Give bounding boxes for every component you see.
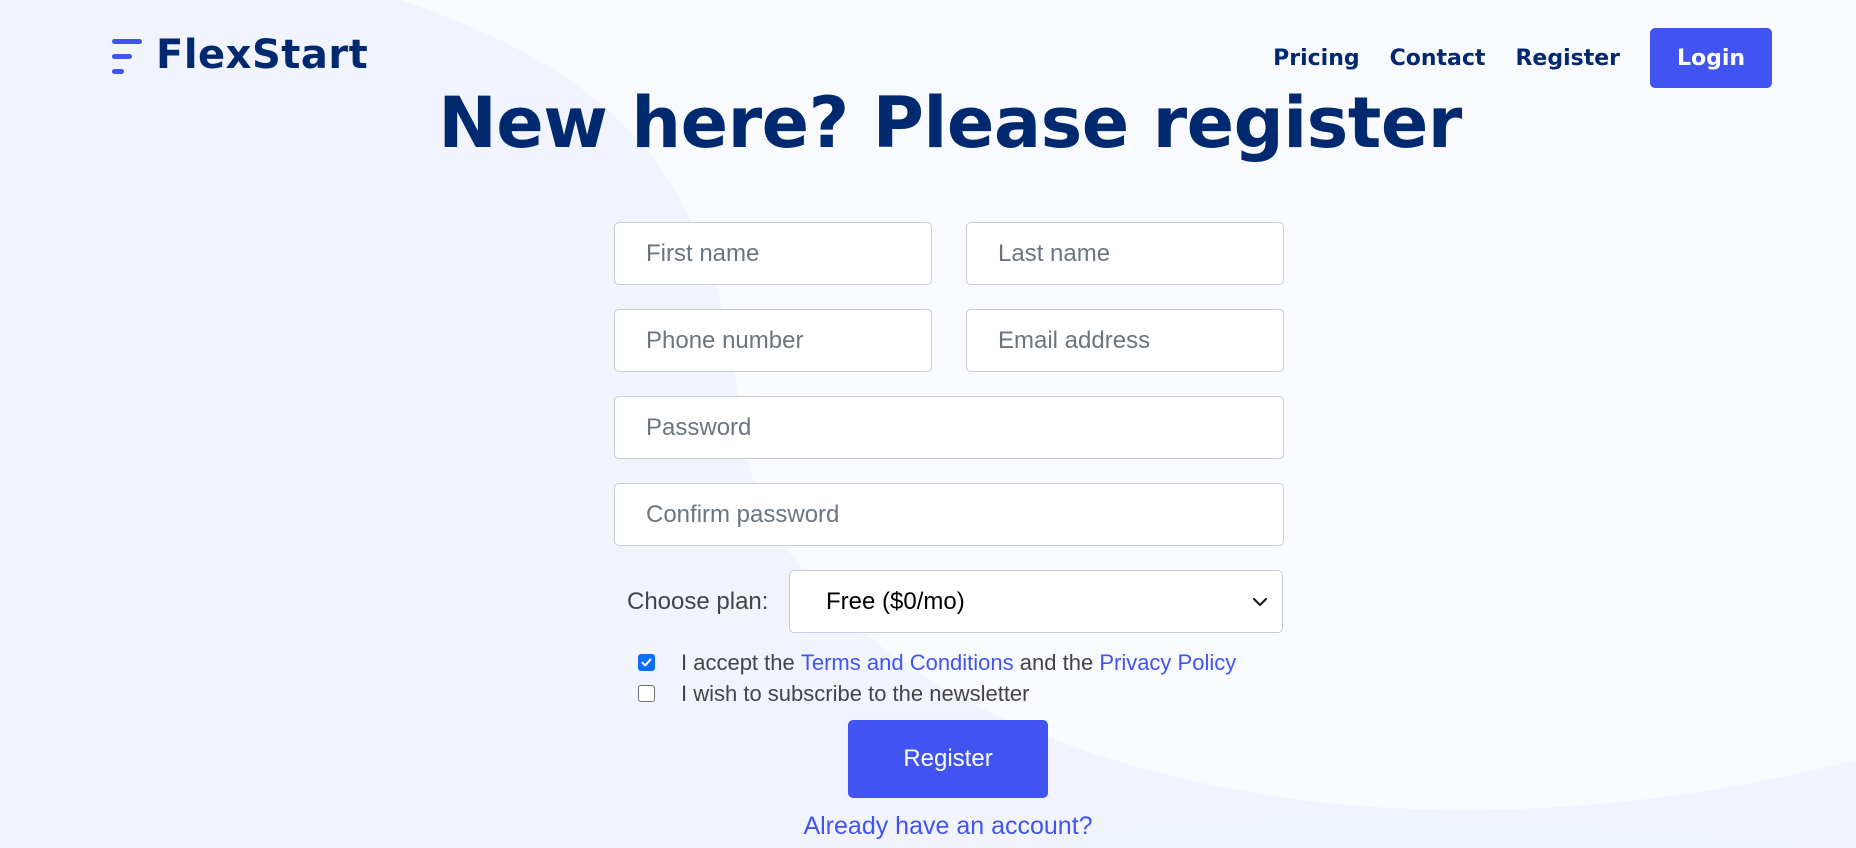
brand-name: FlexStart xyxy=(156,32,369,78)
phone-input[interactable] xyxy=(614,309,932,372)
nav-link-pricing[interactable]: Pricing xyxy=(1273,46,1360,71)
terms-checkbox[interactable] xyxy=(638,654,655,671)
terms-middle: and the xyxy=(1019,649,1094,675)
privacy-link[interactable]: Privacy Policy xyxy=(1099,650,1236,676)
nav-link-contact[interactable]: Contact xyxy=(1390,46,1486,71)
newsletter-label: I wish to subscribe to the newsletter xyxy=(681,680,1030,706)
terms-link[interactable]: Terms and Conditions xyxy=(801,650,1014,676)
logo-icon xyxy=(110,32,144,78)
email-input[interactable] xyxy=(966,309,1284,372)
plan-label: Choose plan: xyxy=(627,587,769,615)
last-name-input[interactable] xyxy=(966,222,1284,285)
register-button[interactable]: Register xyxy=(848,720,1048,798)
check-icon xyxy=(641,658,652,667)
page-title: New here? Please register xyxy=(438,82,1462,164)
terms-row: I accept the Terms and Conditions and th… xyxy=(614,647,1284,678)
password-input[interactable] xyxy=(614,396,1284,459)
plan-selected-value: Free ($0/mo) xyxy=(826,587,965,615)
login-link[interactable]: Already have an account? xyxy=(0,812,1856,841)
terms-prefix: I accept the xyxy=(681,649,795,675)
newsletter-checkbox[interactable] xyxy=(638,685,655,702)
main-nav: Pricing Contact Register Login xyxy=(1273,28,1772,88)
nav-link-register[interactable]: Register xyxy=(1515,46,1620,71)
chevron-down-icon xyxy=(1252,597,1268,606)
register-form: Choose plan: Free ($0/mo) I accept the T… xyxy=(614,222,1284,709)
first-name-input[interactable] xyxy=(614,222,932,285)
newsletter-row: I wish to subscribe to the newsletter xyxy=(614,678,1284,709)
confirm-password-input[interactable] xyxy=(614,483,1284,546)
login-button[interactable]: Login xyxy=(1650,28,1772,88)
plan-select[interactable]: Free ($0/mo) xyxy=(789,570,1283,633)
brand-logo[interactable]: FlexStart xyxy=(110,32,368,78)
